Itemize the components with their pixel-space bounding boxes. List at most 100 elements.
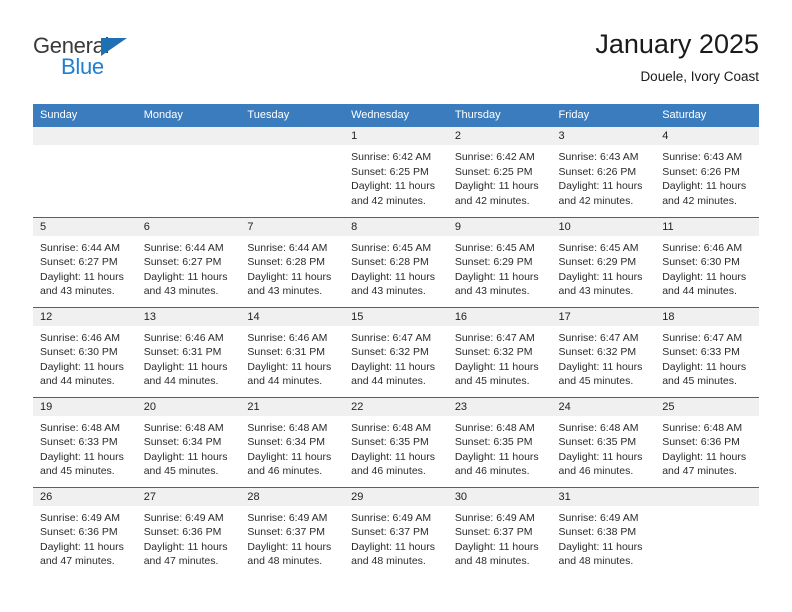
daylight-line-1: Daylight: 11 hours — [351, 450, 435, 463]
day-details: Sunrise: 6:43 AM Sunset: 6:26 PM Daylight:… — [655, 145, 759, 208]
calendar-day-cell[interactable]: 9 Sunrise: 6:45 AM Sunset: 6:29 PM Daylight… — [447, 216, 552, 307]
day-details: Sunrise: 6:45 AM Sunset: 6:28 PM Daylight:… — [344, 236, 448, 299]
day-number: 4 — [655, 127, 759, 145]
weekday-header-wednesday: Wednesday — [344, 104, 448, 127]
day-number: 7 — [240, 217, 345, 236]
sunset-time: Sunset: 6:37 PM — [454, 526, 533, 539]
daylight-line-2: and 45 minutes. — [40, 465, 115, 478]
daylight-line-2: and 48 minutes. — [558, 555, 634, 568]
calendar-day-cell[interactable]: 27 Sunrise: 6:49 AM Sunset: 6:36 PM Dayligh… — [136, 486, 241, 577]
sunrise-time: Sunrise: 6:49 AM — [40, 511, 120, 524]
day-details: Sunrise: 6:46 AM Sunset: 6:30 PM Daylight:… — [655, 236, 759, 299]
day-details: Sunrise: 6:42 AM Sunset: 6:25 PM Daylight:… — [344, 145, 448, 208]
sunrise-time: Sunrise: 6:49 AM — [454, 511, 535, 524]
sunset-time: Sunset: 6:25 PM — [454, 165, 533, 178]
day-number: 5 — [33, 217, 137, 236]
calendar-day-cell[interactable]: 13 Sunrise: 6:46 AM Sunset: 6:31 PM Dayligh… — [136, 306, 241, 397]
calendar-day-cell[interactable]: 1 Sunrise: 6:42 AM Sunset: 6:25 PM Daylight… — [344, 127, 448, 217]
calendar-day-cell[interactable]: 19 Sunrise: 6:48 AM Sunset: 6:33 PM Dayligh… — [33, 396, 137, 487]
day-number: 20 — [136, 397, 241, 416]
calendar-day-cell[interactable]: 12 Sunrise: 6:46 AM Sunset: 6:30 PM Dayligh… — [33, 306, 137, 397]
calendar-day-cell[interactable]: 23 Sunrise: 6:48 AM Sunset: 6:35 PM Dayligh… — [447, 396, 552, 487]
calendar-day-cell[interactable]: 29 Sunrise: 6:49 AM Sunset: 6:37 PM Dayligh… — [344, 486, 448, 577]
day-number: 8 — [344, 217, 448, 236]
day-details: Sunrise: 6:49 AM Sunset: 6:37 PM Daylight:… — [240, 506, 344, 569]
calendar-day-cell[interactable]: 7 Sunrise: 6:44 AM Sunset: 6:28 PM Daylight… — [240, 216, 345, 307]
daylight-line-2: and 43 minutes. — [558, 285, 634, 298]
calendar-day-cell[interactable]: 20 Sunrise: 6:48 AM Sunset: 6:34 PM Dayligh… — [136, 396, 241, 487]
sunrise-time: Sunrise: 6:47 AM — [662, 331, 743, 344]
day-number: 18 — [655, 307, 759, 326]
calendar-day-cell[interactable]: 16 Sunrise: 6:47 AM Sunset: 6:32 PM Dayligh… — [447, 306, 552, 397]
day-details: Sunrise: 6:48 AM Sunset: 6:34 PM Daylight:… — [137, 416, 241, 479]
daylight-line-1: Daylight: 11 hours — [40, 270, 124, 283]
weekday-header-saturday: Saturday — [655, 104, 759, 127]
calendar-week-row: 5 Sunrise: 6:44 AM Sunset: 6:27 PM Daylight… — [33, 216, 759, 307]
calendar-day-cell[interactable]: 3 Sunrise: 6:43 AM Sunset: 6:26 PM Daylight… — [551, 127, 656, 217]
calendar-day-cell[interactable]: 17 Sunrise: 6:47 AM Sunset: 6:32 PM Dayligh… — [551, 306, 656, 397]
day-details: Sunrise: 6:47 AM Sunset: 6:32 PM Daylight:… — [552, 326, 656, 389]
day-details: Sunrise: 6:42 AM Sunset: 6:25 PM Daylight:… — [448, 145, 552, 208]
daylight-line-2: and 46 minutes. — [558, 465, 634, 478]
daylight-line-2: and 44 minutes. — [351, 375, 426, 388]
daylight-line-1: Daylight: 11 hours — [247, 540, 332, 553]
calendar-page: General Blue January 2025 Douele, Ivory … — [0, 0, 792, 612]
sunset-time: Sunset: 6:31 PM — [247, 346, 326, 359]
calendar-day-cell-empty — [136, 127, 241, 217]
calendar-day-cell[interactable]: 10 Sunrise: 6:45 AM Sunset: 6:29 PM Dayligh… — [551, 216, 656, 307]
page-header: General Blue January 2025 Douele, Ivory … — [0, 26, 792, 98]
daylight-line-2: and 46 minutes. — [454, 465, 530, 478]
day-details: Sunrise: 6:48 AM Sunset: 6:35 PM Daylight:… — [344, 416, 448, 479]
sunset-time: Sunset: 6:32 PM — [558, 346, 637, 359]
sunrise-time: Sunrise: 6:44 AM — [143, 241, 224, 254]
sunrise-time: Sunrise: 6:46 AM — [662, 241, 743, 254]
calendar-day-cell[interactable]: 24 Sunrise: 6:48 AM Sunset: 6:35 PM Dayligh… — [551, 396, 656, 487]
calendar-day-cell-empty — [655, 486, 759, 577]
day-details: Sunrise: 6:45 AM Sunset: 6:29 PM Daylight:… — [448, 236, 552, 299]
sunrise-time: Sunrise: 6:49 AM — [143, 511, 224, 524]
sunset-time: Sunset: 6:28 PM — [351, 256, 429, 269]
day-details: Sunrise: 6:48 AM Sunset: 6:35 PM Daylight:… — [552, 416, 656, 479]
sunset-time: Sunset: 6:36 PM — [662, 436, 740, 449]
calendar-day-cell[interactable]: 21 Sunrise: 6:48 AM Sunset: 6:34 PM Dayligh… — [240, 396, 345, 487]
sunrise-time: Sunrise: 6:48 AM — [662, 421, 743, 434]
day-number: 23 — [447, 397, 552, 416]
calendar-day-cell[interactable]: 31 Sunrise: 6:49 AM Sunset: 6:38 PM Dayligh… — [551, 486, 656, 577]
day-number: 28 — [240, 487, 345, 506]
day-number: 27 — [136, 487, 241, 506]
weekday-header-sunday: Sunday — [33, 104, 137, 127]
calendar-day-cell[interactable]: 4 Sunrise: 6:43 AM Sunset: 6:26 PM Daylight… — [655, 127, 759, 217]
day-number: 30 — [447, 487, 552, 506]
calendar-day-cell[interactable]: 22 Sunrise: 6:48 AM Sunset: 6:35 PM Dayligh… — [344, 396, 448, 487]
sunset-time: Sunset: 6:26 PM — [558, 165, 637, 178]
calendar-day-cell[interactable]: 25 Sunrise: 6:48 AM Sunset: 6:36 PM Dayligh… — [655, 396, 759, 487]
calendar-day-cell[interactable]: 14 Sunrise: 6:46 AM Sunset: 6:31 PM Dayligh… — [240, 306, 345, 397]
calendar-day-cell[interactable]: 26 Sunrise: 6:49 AM Sunset: 6:36 PM Dayligh… — [33, 486, 137, 577]
calendar-day-cell[interactable]: 30 Sunrise: 6:49 AM Sunset: 6:37 PM Dayligh… — [447, 486, 552, 577]
day-details: Sunrise: 6:46 AM Sunset: 6:30 PM Daylight:… — [33, 326, 137, 389]
sunset-time: Sunset: 6:32 PM — [454, 346, 533, 359]
daylight-line-1: Daylight: 11 hours — [454, 360, 539, 373]
calendar-week-row: 1 Sunrise: 6:42 AM Sunset: 6:25 PM Daylight… — [33, 127, 759, 217]
calendar-day-cell[interactable]: 15 Sunrise: 6:47 AM Sunset: 6:32 PM Dayligh… — [344, 306, 448, 397]
daylight-line-2: and 42 minutes. — [351, 194, 426, 207]
daylight-line-2: and 48 minutes. — [351, 555, 426, 568]
sunrise-time: Sunrise: 6:48 AM — [247, 421, 328, 434]
daylight-line-2: and 42 minutes. — [558, 194, 634, 207]
sunset-time: Sunset: 6:36 PM — [40, 526, 118, 539]
calendar-day-cell[interactable]: 5 Sunrise: 6:44 AM Sunset: 6:27 PM Daylight… — [33, 216, 137, 307]
calendar-day-cell[interactable]: 28 Sunrise: 6:49 AM Sunset: 6:37 PM Dayligh… — [240, 486, 345, 577]
calendar-day-cell[interactable]: 6 Sunrise: 6:44 AM Sunset: 6:27 PM Daylight… — [136, 216, 241, 307]
calendar-week-row: 19 Sunrise: 6:48 AM Sunset: 6:33 PM Dayligh… — [33, 396, 759, 487]
calendar-day-cell[interactable]: 11 Sunrise: 6:46 AM Sunset: 6:30 PM Dayligh… — [655, 216, 759, 307]
general-blue-logo: General Blue — [33, 34, 153, 88]
calendar-day-cell[interactable]: 18 Sunrise: 6:47 AM Sunset: 6:33 PM Dayligh… — [655, 306, 759, 397]
title-block: January 2025 Douele, Ivory Coast — [595, 26, 759, 87]
calendar-day-cell[interactable]: 2 Sunrise: 6:42 AM Sunset: 6:25 PM Daylight… — [447, 127, 552, 217]
sunset-time: Sunset: 6:28 PM — [247, 256, 326, 269]
logo-triangle-icon — [101, 38, 127, 56]
daylight-line-2: and 45 minutes. — [662, 375, 737, 388]
calendar-day-cell[interactable]: 8 Sunrise: 6:45 AM Sunset: 6:28 PM Daylight… — [344, 216, 448, 307]
day-number: 1 — [344, 127, 448, 145]
daylight-line-1: Daylight: 11 hours — [558, 180, 643, 193]
